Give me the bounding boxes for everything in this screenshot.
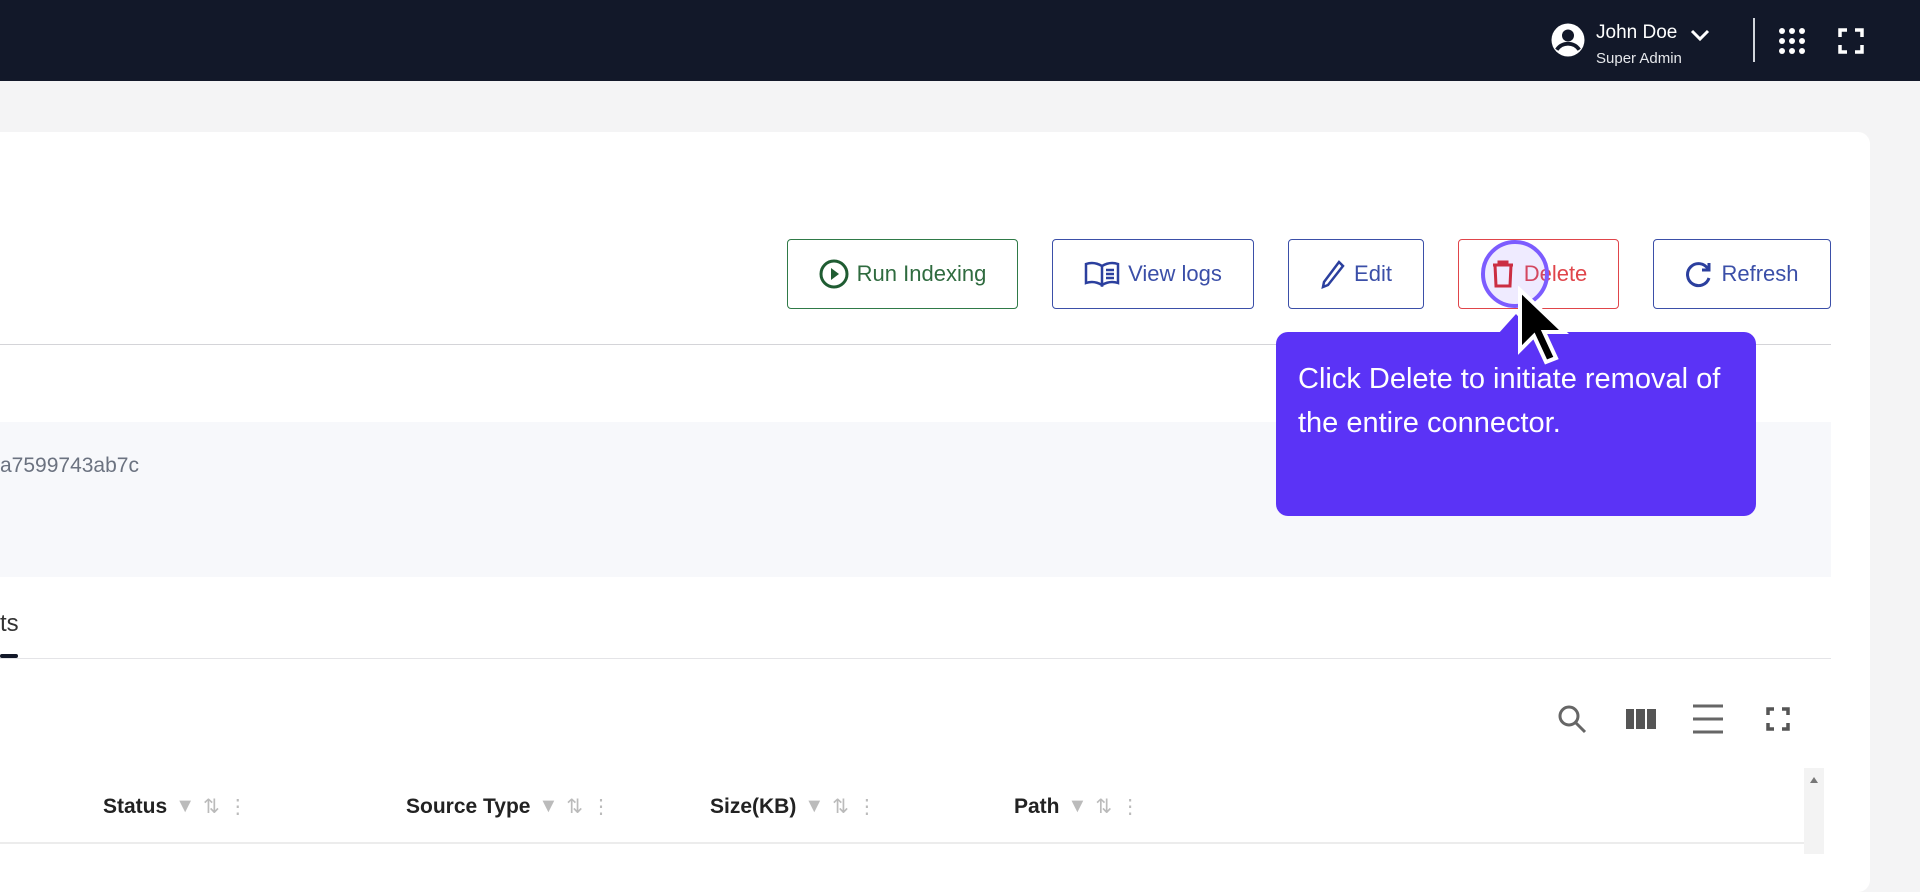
- filter-icon[interactable]: ▼: [175, 795, 195, 818]
- edit-label: Edit: [1354, 261, 1392, 286]
- refresh-icon: [1686, 262, 1711, 288]
- run-indexing-label: Run Indexing: [856, 261, 987, 286]
- column-header-size[interactable]: Size(KB) ▼ ⇅ ⋮: [710, 794, 877, 819]
- book-icon: [1084, 261, 1120, 287]
- tab-active[interactable]: ts: [0, 610, 19, 638]
- chevron-down-icon[interactable]: [1690, 28, 1710, 42]
- filter-icon[interactable]: ▼: [804, 795, 824, 818]
- header-row-border: [0, 842, 1804, 844]
- divider: [1753, 18, 1755, 62]
- search-icon[interactable]: [1556, 703, 1588, 735]
- sort-icon[interactable]: ⇅: [1095, 794, 1112, 819]
- column-menu-icon[interactable]: ⋮: [591, 794, 611, 819]
- columns-icon[interactable]: [1625, 703, 1657, 735]
- view-logs-button[interactable]: View logs: [1052, 239, 1254, 309]
- sort-icon[interactable]: ⇅: [566, 794, 583, 819]
- column-header-path[interactable]: Path ▼ ⇅ ⋮: [1014, 794, 1140, 819]
- edit-button[interactable]: Edit: [1288, 239, 1424, 309]
- user-avatar-icon: [1551, 23, 1585, 57]
- refresh-button[interactable]: Refresh: [1653, 239, 1831, 309]
- user-menu[interactable]: John Doe Super Admin: [1550, 18, 1710, 67]
- apps-grid-icon[interactable]: [1778, 27, 1806, 55]
- density-icon[interactable]: [1692, 703, 1724, 735]
- sort-icon[interactable]: ⇅: [832, 794, 849, 819]
- column-menu-icon[interactable]: ⋮: [228, 794, 248, 819]
- view-logs-label: View logs: [1128, 261, 1222, 286]
- filter-icon[interactable]: ▼: [1068, 795, 1088, 818]
- connector-id: a7599743ab7c: [0, 454, 139, 477]
- table-fullscreen-icon[interactable]: [1762, 703, 1794, 735]
- sort-icon[interactable]: ⇅: [203, 794, 220, 819]
- filter-icon[interactable]: ▼: [538, 795, 558, 818]
- top-bar: John Doe Super Admin: [0, 0, 1920, 81]
- user-role: Super Admin: [1596, 50, 1682, 67]
- scroll-up-icon[interactable]: [1804, 771, 1824, 791]
- pencil-icon: [1321, 260, 1345, 289]
- tabs-divider: [0, 658, 1831, 659]
- table-scrollbar[interactable]: [1804, 768, 1824, 854]
- play-circle-icon: [819, 259, 849, 289]
- column-header-status[interactable]: Status ▼ ⇅ ⋮: [103, 794, 248, 819]
- run-indexing-button[interactable]: Run Indexing: [787, 239, 1018, 309]
- column-header-source-type[interactable]: Source Type ▼ ⇅ ⋮: [406, 794, 611, 819]
- column-menu-icon[interactable]: ⋮: [857, 794, 877, 819]
- column-menu-icon[interactable]: ⋮: [1120, 794, 1140, 819]
- fullscreen-icon[interactable]: [1838, 28, 1864, 54]
- user-name: John Doe: [1596, 22, 1678, 43]
- refresh-label: Refresh: [1721, 261, 1799, 286]
- mouse-cursor-icon: [1518, 286, 1569, 365]
